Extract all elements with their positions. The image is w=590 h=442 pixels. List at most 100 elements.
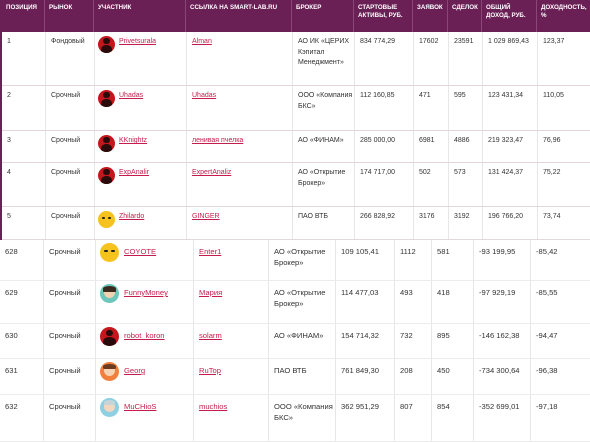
participant-link[interactable]: FunnyMoney xyxy=(124,287,168,298)
header-yield: ДОХОДНОСТЬ, % xyxy=(541,4,587,19)
broker-cell: ООО «Компания БКС» xyxy=(292,86,354,130)
smartlab-link-cell: ленивая пчелка xyxy=(186,131,292,162)
smartlab-link-cell: GINGER xyxy=(186,207,292,239)
start-assets-cell: 761 849,30 xyxy=(335,359,394,394)
table-row: 4 Срочный ExpAnalir ExpertAnaliz АО «Открыти… xyxy=(2,163,590,207)
start-assets-cell: 174 717,00 xyxy=(354,163,413,206)
deals-cell: 581 xyxy=(431,240,473,280)
start-assets-cell: 112 160,85 xyxy=(354,86,413,130)
smartlab-link-cell: Мария xyxy=(193,281,268,323)
participant-cell: Privetsurala xyxy=(94,32,186,85)
participant-cell: Zhilardo xyxy=(94,207,186,239)
position-cell: 3 xyxy=(7,137,11,144)
avatar[interactable] xyxy=(98,211,115,228)
market-cell: Срочный xyxy=(43,359,95,394)
participant-link[interactable]: COYOTE xyxy=(124,246,156,257)
avatar[interactable] xyxy=(100,362,119,381)
smartlab-link[interactable]: solarm xyxy=(199,331,222,340)
participant-cell: COYOTE xyxy=(95,240,193,280)
market-cell: Срочный xyxy=(43,281,95,323)
market-cell: Срочный xyxy=(45,207,94,239)
avatar[interactable] xyxy=(98,167,115,184)
market-cell: Срочный xyxy=(43,324,95,358)
start-assets-cell: 285 000,00 xyxy=(354,131,413,162)
position-cell: 632 xyxy=(5,402,18,411)
participant-link[interactable]: MuCHioS xyxy=(124,401,157,412)
avatar[interactable] xyxy=(98,90,115,107)
table-row: 629 Срочный FunnyMoney Мария АО «Открытие Бр… xyxy=(0,281,590,324)
smartlab-link[interactable]: RuTop xyxy=(199,366,221,375)
participant-link[interactable]: robot_koron xyxy=(124,330,165,341)
total-income-cell: -734 300,64 xyxy=(473,359,530,394)
header-position: ПОЗИЦИЯ xyxy=(2,0,45,32)
market-cell: Срочный xyxy=(45,86,94,130)
table-row: 631 Срочный Georg RuTop ПАО ВТБ 761 849,30 208… xyxy=(0,359,590,395)
position-cell: 631 xyxy=(5,366,18,375)
deals-cell: 895 xyxy=(431,324,473,358)
participant-link[interactable]: Uhadas xyxy=(119,91,143,102)
yield-cell: -97,18 xyxy=(530,395,590,441)
orders-cell: 208 xyxy=(394,359,431,394)
broker-cell: АО «Открытие Брокер» xyxy=(268,281,335,323)
orders-cell: 17602 xyxy=(413,32,448,85)
avatar[interactable] xyxy=(100,243,119,262)
participant-cell: KKnightz xyxy=(94,131,186,162)
orders-cell: 493 xyxy=(394,281,431,323)
broker-cell: АО ИК «ЦЕРИХ Кэпитал Менеджмент» xyxy=(292,32,354,85)
total-income-cell: 196 766,20 xyxy=(482,207,537,239)
participant-link[interactable]: Privetsurala xyxy=(119,37,156,48)
avatar[interactable] xyxy=(98,36,115,53)
header-deals: СДЕЛОК xyxy=(448,0,482,32)
orders-cell: 471 xyxy=(413,86,448,130)
avatar[interactable] xyxy=(100,284,119,303)
market-cell: Срочный xyxy=(43,395,95,441)
table-header: ПОЗИЦИЯ РЫНОК УЧАСТНИК ССЫЛКА НА SMART-L… xyxy=(2,0,590,32)
deals-cell: 595 xyxy=(448,86,482,130)
header-broker: БРОКЕР xyxy=(292,0,354,32)
participant-cell: Uhadas xyxy=(94,86,186,130)
smartlab-link[interactable]: Мария xyxy=(199,288,222,297)
smartlab-link[interactable]: ExpertAnaliz xyxy=(192,169,231,176)
smartlab-link[interactable]: Enter1 xyxy=(199,247,221,256)
smartlab-link[interactable]: muchios xyxy=(199,402,227,411)
smartlab-link[interactable]: GINGER xyxy=(192,213,220,220)
leaderboard-top-table: ПОЗИЦИЯ РЫНОК УЧАСТНИК ССЫЛКА НА SMART-L… xyxy=(0,0,590,240)
total-income-cell: 1 029 869,43 xyxy=(482,32,537,85)
avatar[interactable] xyxy=(100,327,119,346)
avatar[interactable] xyxy=(100,398,119,417)
smartlab-link-cell: ExpertAnaliz xyxy=(186,163,292,206)
broker-cell: АО «Открытие Брокер» xyxy=(268,240,335,280)
participant-link[interactable]: Zhilardo xyxy=(119,212,144,223)
smartlab-link-cell: solarm xyxy=(193,324,268,358)
broker-cell: АО «ФИНАМ» xyxy=(292,131,354,162)
smartlab-link-cell: muchios xyxy=(193,395,268,441)
start-assets-cell: 109 105,41 xyxy=(335,240,394,280)
table-row: 630 Срочный robot_koron solarm АО «ФИНАМ» 154… xyxy=(0,324,590,359)
start-assets-cell: 266 828,92 xyxy=(354,207,413,239)
participant-link[interactable]: ExpAnalir xyxy=(119,168,149,179)
deals-cell: 854 xyxy=(431,395,473,441)
table-row: 5 Срочный Zhilardo GINGER ПАО ВТБ 266 828,92 3… xyxy=(2,207,590,240)
broker-cell: ПАО ВТБ xyxy=(292,207,354,239)
participant-cell: FunnyMoney xyxy=(95,281,193,323)
participant-cell: ExpAnalir xyxy=(94,163,186,206)
smartlab-link[interactable]: Alman xyxy=(192,38,212,45)
market-cell: Срочный xyxy=(45,163,94,206)
orders-cell: 6981 xyxy=(413,131,448,162)
avatar[interactable] xyxy=(98,135,115,152)
smartlab-link-cell: Enter1 xyxy=(193,240,268,280)
participant-link[interactable]: Georg xyxy=(124,365,145,376)
header-orders: ЗАЯВОК xyxy=(413,0,448,32)
smartlab-link[interactable]: Uhadas xyxy=(192,92,216,99)
market-cell: Срочный xyxy=(43,240,95,280)
yield-cell: 123,37 xyxy=(537,32,590,85)
deals-cell: 3192 xyxy=(448,207,482,239)
participant-link[interactable]: KKnightz xyxy=(119,136,147,147)
leaderboard-bottom-table: 628 Срочный COYOTE Enter1 АО «Открытие Броке… xyxy=(0,240,590,442)
total-income-cell: 131 424,37 xyxy=(482,163,537,206)
smartlab-link[interactable]: ленивая пчелка xyxy=(192,137,243,144)
start-assets-cell: 114 477,03 xyxy=(335,281,394,323)
header-total-income: ОБЩИЙ ДОХОД, РУБ. xyxy=(482,0,537,32)
table-row: 1 Фондовый Privetsurala Alman АО ИК «ЦЕРИХ К… xyxy=(2,32,590,86)
orders-cell: 807 xyxy=(394,395,431,441)
